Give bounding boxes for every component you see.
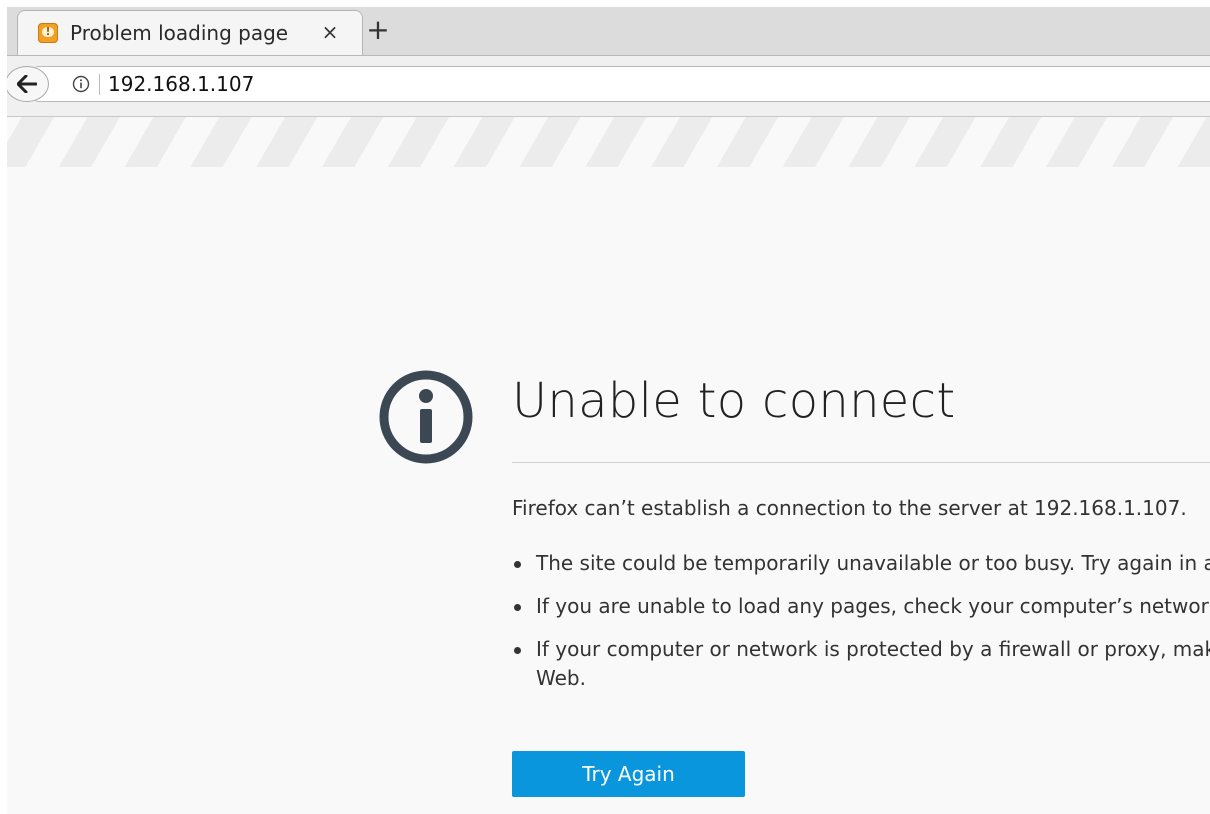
tab-close-icon[interactable]: × — [318, 20, 342, 44]
list-item: If your computer or network is protected… — [512, 635, 1210, 693]
error-title: Unable to connect — [512, 373, 956, 429]
back-arrow-icon — [17, 75, 37, 93]
error-favicon-icon — [38, 23, 58, 43]
error-description: Firefox can’t establish a connection to … — [512, 496, 1187, 520]
info-icon[interactable] — [72, 75, 90, 93]
tab-problem-loading[interactable]: Problem loading page × — [17, 10, 363, 55]
error-stripes-banner — [7, 117, 1210, 167]
back-button[interactable] — [7, 66, 49, 102]
url-separator — [99, 74, 100, 95]
url-text[interactable]: 192.168.1.107 — [108, 72, 254, 96]
browser-window: Problem loading page × + 192.168.1.107 U… — [7, 7, 1210, 814]
new-tab-button[interactable]: + — [363, 15, 393, 45]
tab-bar: Problem loading page × + — [7, 7, 1210, 56]
info-circle-icon — [379, 370, 473, 464]
error-reasons-list: The site could be temporarily unavailabl… — [512, 549, 1210, 707]
list-item: The site could be temporarily unavailabl… — [512, 549, 1210, 578]
list-item: If you are unable to load any pages, che… — [512, 592, 1210, 621]
title-divider — [512, 462, 1210, 463]
url-bar[interactable]: 192.168.1.107 — [35, 66, 1210, 102]
tab-title: Problem loading page — [70, 21, 289, 45]
nav-bar: 192.168.1.107 — [7, 56, 1210, 117]
try-again-button[interactable]: Try Again — [512, 751, 745, 797]
